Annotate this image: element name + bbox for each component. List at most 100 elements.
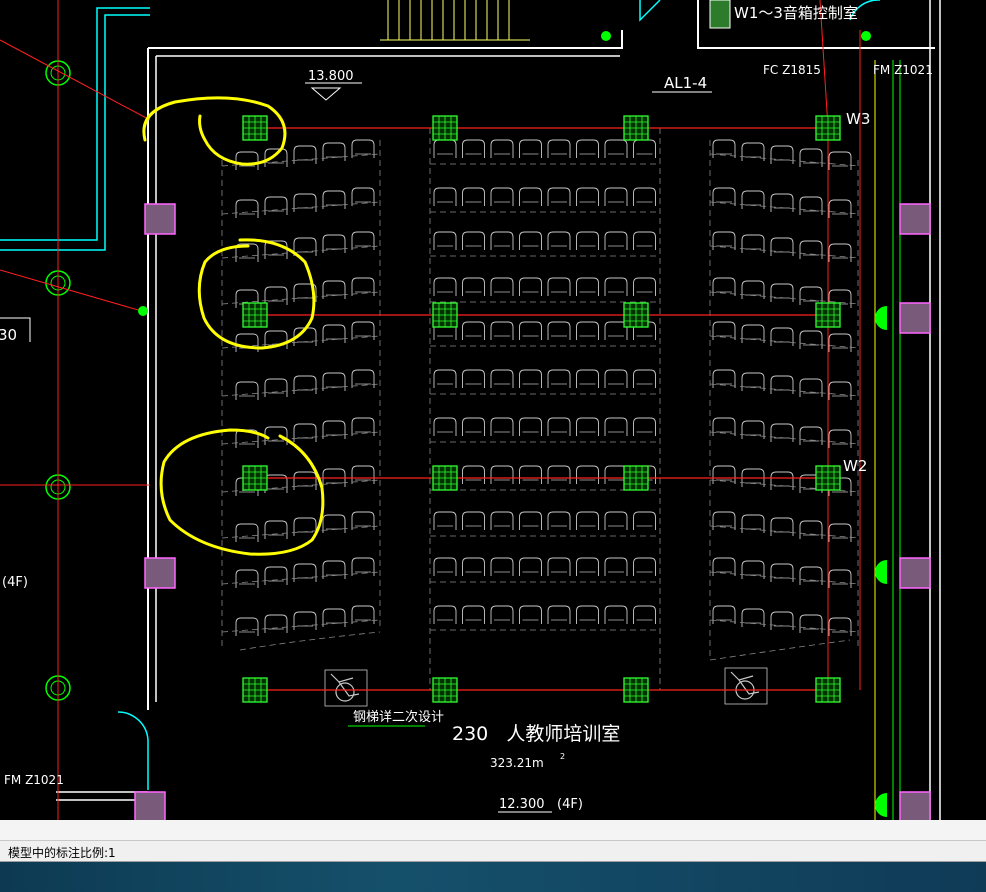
light-fixture-grid <box>432 302 458 328</box>
junction-dot <box>861 31 871 41</box>
seat <box>433 557 457 576</box>
row-divider <box>709 245 861 259</box>
room-title: 230 人教师培训室 <box>452 723 620 745</box>
light-fixture-grid <box>815 302 841 328</box>
seat <box>770 517 794 536</box>
seat <box>547 369 571 388</box>
row-divider <box>709 525 861 539</box>
seat <box>490 557 514 576</box>
cad-drawing-canvas[interactable]: 13.800 AL1-4 W1～3音箱控制室 FC Z1815 FM Z1021… <box>0 0 986 820</box>
seat <box>490 187 514 206</box>
seat <box>293 145 317 164</box>
seat <box>770 237 794 256</box>
seat <box>799 330 823 349</box>
seat <box>576 557 599 576</box>
seat <box>264 614 288 633</box>
control-panel-block <box>709 0 731 29</box>
structural-column <box>144 557 176 589</box>
row-divider <box>709 619 861 633</box>
row-divider <box>709 335 861 349</box>
seat <box>770 471 794 490</box>
structural-column <box>899 302 931 334</box>
status-bar: 模型中的标注比例:1 <box>0 840 986 862</box>
seat <box>633 605 656 624</box>
seat <box>264 196 288 215</box>
room-area: 323.21m <box>490 756 544 770</box>
room-wall-inner <box>155 55 620 702</box>
building-structure <box>0 0 941 820</box>
light-fixture-grid <box>623 465 649 491</box>
seat <box>576 369 599 388</box>
seat <box>462 321 485 340</box>
seat <box>490 605 514 624</box>
seat <box>264 520 288 539</box>
seat <box>490 231 514 250</box>
row-divider <box>709 383 861 397</box>
yellow-markup-circles <box>142 96 325 556</box>
seat <box>799 426 823 445</box>
seat <box>547 231 571 250</box>
light-fixture-grid <box>242 465 268 491</box>
seat <box>799 520 823 539</box>
seat <box>519 321 542 340</box>
seat <box>828 151 852 170</box>
left-red-diag-2 <box>0 269 146 313</box>
seat <box>519 511 542 530</box>
annotation-scale-text: 模型中的标注比例:1 <box>8 846 116 860</box>
structural-column <box>899 791 931 820</box>
seat <box>433 187 457 206</box>
seat <box>433 511 457 530</box>
seat <box>519 231 542 250</box>
fc-label: FC Z1815 <box>763 63 821 77</box>
seat <box>490 465 514 484</box>
seat <box>433 277 457 296</box>
seat <box>293 611 317 630</box>
seat <box>770 327 794 346</box>
seat <box>799 286 823 305</box>
seat <box>547 139 571 158</box>
seat <box>828 243 852 262</box>
junction-dot <box>138 306 148 316</box>
seat <box>547 557 571 576</box>
seat <box>433 417 457 436</box>
seat <box>828 381 852 400</box>
seat <box>799 566 823 585</box>
seat <box>462 369 485 388</box>
seat <box>828 429 852 448</box>
markup-circle-2 <box>197 238 316 350</box>
seat <box>433 231 457 250</box>
seat <box>576 605 599 624</box>
seat <box>490 139 514 158</box>
seat <box>604 139 628 158</box>
left-partial-label: 30 <box>0 326 17 344</box>
light-fixture-grid <box>242 115 268 141</box>
seat <box>519 417 542 436</box>
seat <box>433 139 457 158</box>
seat <box>264 426 288 445</box>
light-fixture-grid <box>815 677 841 703</box>
seat <box>293 375 317 394</box>
seat <box>519 557 542 576</box>
seat <box>462 277 485 296</box>
structural-column <box>144 203 176 235</box>
seat <box>235 333 259 352</box>
seat <box>433 605 457 624</box>
floor-label-bottom: (4F) <box>557 797 583 812</box>
structural-column <box>899 203 931 235</box>
seat <box>604 369 628 388</box>
seat <box>576 417 599 436</box>
stair-note: 钢梯详二次设计 <box>353 709 444 725</box>
fm-label-left: FM Z1021 <box>4 773 64 787</box>
structural-column <box>134 791 166 820</box>
light-fixture-grid <box>242 302 268 328</box>
seat <box>770 423 794 442</box>
seat <box>490 417 514 436</box>
row-divider <box>709 291 861 305</box>
seat <box>519 465 542 484</box>
seat <box>799 148 823 167</box>
seat <box>433 369 457 388</box>
seat <box>576 231 599 250</box>
windows-taskbar <box>0 862 986 892</box>
control-room-label: W1～3音箱控制室 <box>734 4 858 22</box>
light-fixture-grid <box>815 465 841 491</box>
